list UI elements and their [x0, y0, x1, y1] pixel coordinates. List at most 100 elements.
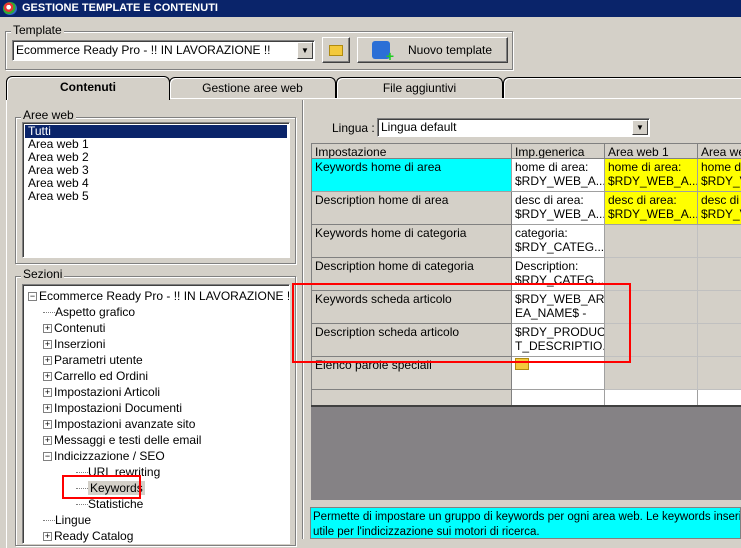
cell-text: home di area: — [515, 160, 589, 174]
tree-item[interactable]: + Ready Catalog — [43, 528, 134, 543]
tree-item[interactable]: + Carrello ed Ordini — [43, 368, 148, 384]
new-template-button[interactable]: + Nuovo template — [357, 37, 508, 63]
cell-text: home di — [701, 160, 741, 174]
area-web-2-cell[interactable] — [698, 291, 741, 324]
tree-item-label: Impostazioni avanzate sito — [54, 417, 196, 431]
column-header[interactable]: Area we — [698, 144, 741, 159]
tree-item-label: Impostazioni Articoli — [54, 385, 161, 399]
expand-icon[interactable]: + — [43, 436, 52, 446]
setting-name: Keywords home di categoria — [315, 226, 467, 240]
cell-text: $RDY_CATEG... — [515, 240, 605, 254]
collapse-icon[interactable]: − — [43, 452, 52, 462]
sezioni-tree[interactable]: − Ecommerce Ready Pro - !! IN LAVORAZIONE… — [22, 284, 290, 544]
tab-more[interactable] — [503, 77, 741, 98]
area-web-1-cell[interactable]: home di area: $RDY_WEB_A... — [605, 159, 698, 192]
tree-item-label: Ready Catalog — [54, 529, 134, 543]
tree-item[interactable]: + Impostazioni Articoli — [43, 384, 160, 400]
area-web-1-cell[interactable]: desc di area: $RDY_WEB_A... — [605, 192, 698, 225]
cell-text: $RDY_WEB_A... — [608, 174, 698, 188]
template-value: Ecommerce Ready Pro - !! IN LAVORAZIONE … — [16, 43, 271, 57]
tree-item[interactable]: + Messaggi e testi delle email — [43, 432, 201, 448]
expand-icon[interactable]: + — [43, 324, 52, 334]
lingua-label: Lingua : — [332, 121, 375, 135]
expand-icon[interactable]: + — [43, 532, 52, 542]
area-web-1-cell[interactable] — [605, 225, 698, 258]
tab-contenuti[interactable]: Contenuti — [6, 76, 170, 100]
area-web-2-cell[interactable] — [698, 324, 741, 357]
grid-empty-area — [311, 405, 741, 500]
cell-text: home di area: — [608, 160, 682, 174]
row-header[interactable]: Keywords home di area — [312, 159, 512, 192]
generic-cell[interactable]: home di area: $RDY_WEB_A... — [512, 159, 605, 192]
area-web-2-cell[interactable]: desc di a$RDY_V — [698, 192, 741, 225]
column-header[interactable]: Imp.generica — [512, 144, 605, 159]
area-web-2-cell[interactable] — [698, 225, 741, 258]
tree-item[interactable]: + Impostazioni avanzate sito — [43, 416, 195, 432]
cell-text: $RDY_WEB_A... — [515, 207, 605, 221]
chevron-down-icon[interactable]: ▼ — [297, 42, 313, 59]
sezioni-label: Sezioni — [21, 267, 65, 281]
area-web-2-cell[interactable] — [698, 390, 741, 406]
expand-icon[interactable]: + — [43, 372, 52, 382]
column-header[interactable]: Impostazione — [312, 144, 512, 159]
expand-icon[interactable]: + — [43, 356, 52, 366]
tree-item-label: Carrello ed Ordini — [54, 369, 149, 383]
tree-root[interactable]: − Ecommerce Ready Pro - !! IN LAVORAZIONE… — [28, 288, 289, 304]
header-label: Imp.generica — [515, 145, 585, 159]
tree-item[interactable]: + Inserzioni — [43, 336, 105, 352]
keywords-grid[interactable]: Impostazione Imp.generica Area web 1 Area w… — [311, 143, 741, 406]
tab-gestione-aree-web[interactable]: Gestione aree web — [169, 77, 336, 98]
tree-item-label: Contenuti — [54, 321, 106, 335]
template-select[interactable]: Ecommerce Ready Pro - !! IN LAVORAZIONE … — [12, 40, 315, 61]
column-header[interactable]: Area web 1 — [605, 144, 698, 159]
setting-name: Keywords home di area — [315, 160, 442, 174]
row-header[interactable]: Description home di area — [312, 192, 512, 225]
open-folder-button[interactable] — [322, 37, 350, 63]
cell-text: desc di a — [701, 193, 741, 207]
info-line-1: Permette di impostare un gruppo di keywo… — [313, 511, 741, 523]
tree-item[interactable]: + Parametri utente — [43, 352, 143, 368]
header-label: Area we — [701, 145, 741, 159]
tree-item[interactable]: + Impostazioni Documenti — [43, 400, 182, 416]
tree-item[interactable]: Aspetto grafico — [43, 304, 135, 320]
tree-line — [76, 504, 88, 506]
tree-item[interactable]: Lingue — [43, 512, 91, 528]
cell-text: categoria: — [515, 226, 568, 240]
tree-item-label: Inserzioni — [54, 337, 106, 351]
chevron-down-icon[interactable]: ▼ — [632, 120, 648, 135]
expand-icon[interactable]: + — [43, 404, 52, 414]
generic-cell[interactable] — [512, 390, 605, 406]
header-label: Area web 1 — [608, 145, 669, 159]
row-header[interactable] — [312, 390, 512, 406]
lingua-select[interactable]: Lingua default — [377, 118, 650, 137]
tree-item[interactable]: − Indicizzazione / SEO — [43, 448, 165, 464]
expand-icon[interactable]: + — [43, 388, 52, 398]
area-web-2-cell[interactable]: home di$RDY_V — [698, 159, 741, 192]
row-header[interactable]: Keywords home di categoria — [312, 225, 512, 258]
highlight-box-keywords — [62, 475, 141, 499]
collapse-icon[interactable]: − — [28, 292, 37, 302]
area-web-2-cell[interactable] — [698, 357, 741, 390]
expand-icon[interactable]: + — [43, 340, 52, 350]
tree-line — [76, 472, 88, 474]
area-web-1-cell[interactable] — [605, 390, 698, 406]
aree-web-list[interactable]: Tutti Area web 1 Area web 2 Area web 3 A… — [22, 122, 290, 258]
tab-file-aggiuntivi[interactable]: File aggiuntivi — [336, 77, 503, 98]
tree-item-label: Impostazioni Documenti — [54, 401, 183, 415]
tree-item-label: Indicizzazione / SEO — [54, 449, 165, 463]
new-template-label: Nuovo template — [408, 43, 493, 57]
expand-icon[interactable]: + — [43, 420, 52, 430]
tree-item[interactable]: + Contenuti — [43, 320, 105, 336]
area-web-2-cell[interactable] — [698, 258, 741, 291]
generic-cell[interactable]: desc di area: $RDY_WEB_A... — [512, 192, 605, 225]
tree-item-label: Statistiche — [88, 497, 144, 511]
list-item[interactable]: Area web 5 — [25, 190, 287, 203]
cell-text: $RDY_V — [701, 174, 741, 188]
app-icon — [3, 2, 17, 15]
cell-text: $RDY_V — [701, 207, 741, 221]
tree-item-label: Lingue — [55, 513, 92, 527]
generic-cell[interactable]: categoria: $RDY_CATEG... — [512, 225, 605, 258]
info-box: Permette di impostare un gruppo di keywo… — [310, 507, 741, 539]
info-line-2: utile per l'indicizzazione sui motori di… — [313, 526, 540, 538]
setting-name: Description home di area — [315, 193, 449, 207]
